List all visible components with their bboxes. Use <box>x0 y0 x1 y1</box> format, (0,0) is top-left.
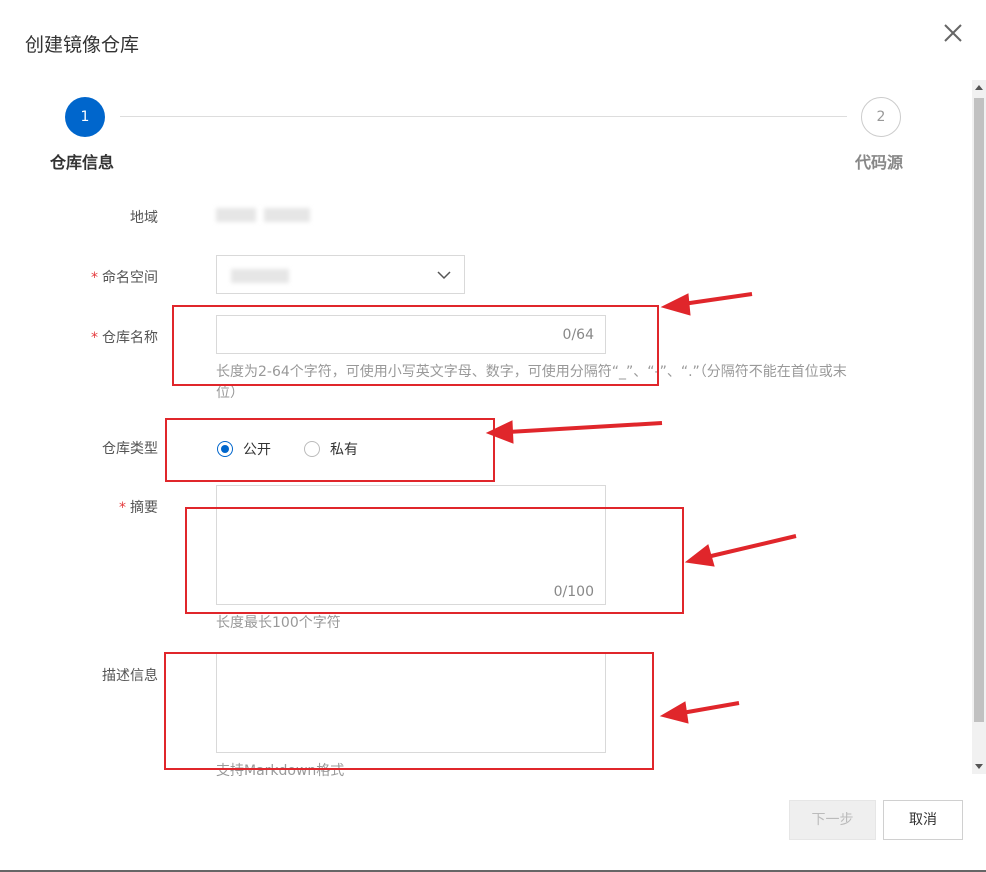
next-button[interactable]: 下一步 <box>789 800 876 840</box>
annotation-arrow-head <box>660 293 691 316</box>
annotation-box-summary <box>185 507 684 614</box>
repo-name-label: * 仓库名称 <box>91 330 158 346</box>
step-1-indicator: 1 <box>65 97 105 137</box>
annotation-arrow-3 <box>706 534 797 559</box>
region-value-blurred <box>264 208 310 222</box>
annotation-arrow-2 <box>507 421 663 434</box>
namespace-select[interactable] <box>216 255 465 294</box>
scrollbar-thumb[interactable] <box>974 98 984 722</box>
close-icon[interactable] <box>940 20 966 46</box>
step-2-indicator: 2 <box>861 97 901 137</box>
scroll-down-arrow-icon[interactable] <box>975 764 983 769</box>
repo-type-label: 仓库类型 <box>102 441 158 457</box>
dialog-title: 创建镜像仓库 <box>25 34 140 56</box>
summary-hint: 长度最长100个字符 <box>216 615 341 631</box>
annotation-arrow-4 <box>681 701 740 715</box>
annotation-box-repo-name <box>172 305 659 386</box>
annotation-box-description <box>164 652 654 770</box>
step-1-label: 仓库信息 <box>50 153 115 172</box>
annotation-arrow-1 <box>682 292 753 306</box>
cancel-button[interactable]: 取消 <box>883 800 963 840</box>
description-label: 描述信息 <box>102 668 158 684</box>
namespace-value-blurred <box>231 269 289 283</box>
region-value-blurred <box>216 208 256 222</box>
chevron-down-icon <box>436 267 452 287</box>
scrollbar[interactable] <box>972 80 986 774</box>
step-connector <box>120 116 847 117</box>
annotation-box-repo-type <box>165 418 495 482</box>
scroll-up-arrow-icon[interactable] <box>975 85 983 90</box>
step-2-label: 代码源 <box>855 153 904 172</box>
annotation-arrow-head <box>659 701 689 724</box>
summary-label: * 摘要 <box>119 500 158 516</box>
namespace-label: * 命名空间 <box>91 270 158 286</box>
region-label: 地域 <box>130 210 158 226</box>
annotation-arrow-head <box>684 544 715 567</box>
